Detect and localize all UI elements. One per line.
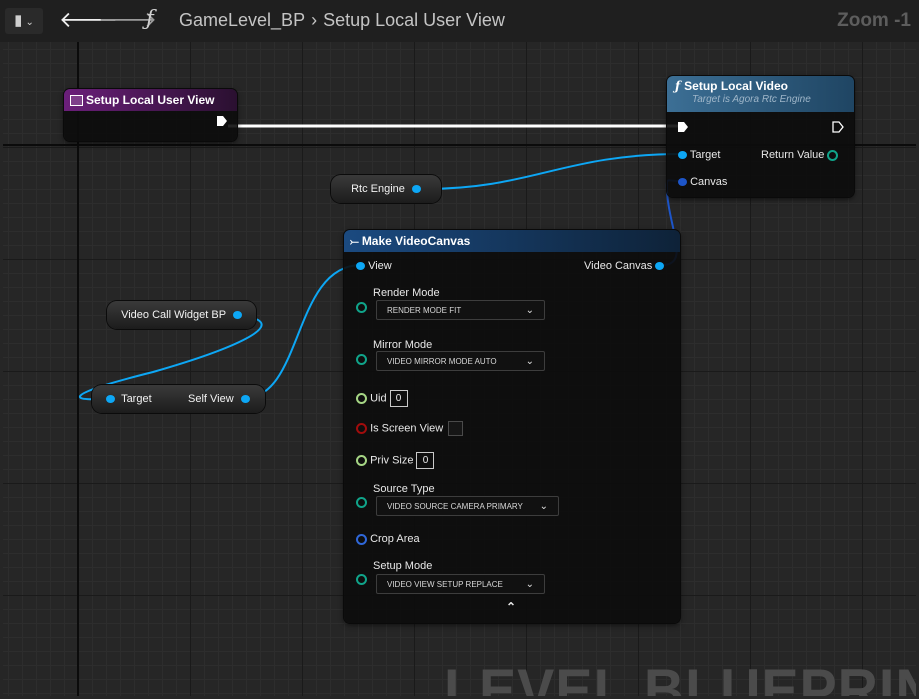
function-icon: ƒ [146,6,154,30]
event-node-header: Setup Local User View [64,89,237,111]
function-icon: ƒ [675,79,681,93]
mirror-mode-dropdown[interactable]: VIDEO MIRROR MODE AUTO ⌄ [376,351,545,371]
source-type-dropdown[interactable]: VIDEO SOURCE CAMERA PRIMARY ⌄ [376,496,559,516]
setup-mode-label: Setup Mode [373,560,433,572]
video-call-widget-out-pin[interactable] [232,311,242,320]
rtc-engine-label: Rtc Engine [351,183,405,195]
function-node-setup-local-video[interactable]: ƒ Setup Local Video Target is Agora Rtc E… [667,76,854,197]
canvas-pin-label: Canvas [690,176,728,188]
is-screen-view-pin[interactable] [356,423,367,434]
video-canvas-pin-row[interactable]: Video Canvas [584,260,665,272]
source-type-label: Source Type [373,483,435,495]
render-mode-label: Render Mode [373,287,440,299]
video-canvas-out-pin[interactable] [655,262,665,271]
breadcrumb: GameLevel_BP › Setup Local User View [179,10,505,31]
uid-pin[interactable] [356,393,367,404]
is-screen-view-checkbox[interactable] [448,421,464,436]
make-videocanvas-node[interactable]: ⤚ Make VideoCanvas View Video Canvas Rend… [344,230,680,623]
mirror-mode-label: Mirror Mode [373,339,433,351]
video-call-widget-variable-node[interactable]: Video Call Widget BP [107,301,256,329]
render-mode-pin[interactable] [356,301,367,313]
chevron-right-icon: › [311,10,318,30]
source-type-value: VIDEO SOURCE CAMERA PRIMARY [387,502,523,511]
self-view-label: Self View [188,393,234,405]
chevron-up-icon[interactable]: ⌃ [506,600,516,614]
function-node-title: Setup Local Video [684,79,788,93]
render-mode-dropdown[interactable]: RENDER MODE FIT ⌄ [376,300,545,320]
make-videocanvas-header: ⤚ Make VideoCanvas [344,230,680,252]
is-screen-view-pin-row[interactable]: Is Screen View [356,421,464,436]
uid-label: Uid [370,392,387,405]
priv-size-pin[interactable] [356,455,367,466]
priv-size-input[interactable]: 0 [416,452,435,469]
priv-size-label: Priv Size [370,454,414,467]
self-view-target-pin[interactable] [106,395,115,404]
chevron-down-icon: ⌄ [25,17,34,28]
exec-out-pin[interactable] [832,121,844,133]
return-value-pin-row[interactable]: Return Value [761,149,839,161]
self-view-target-label: Target [121,393,152,405]
crop-area-label: Crop Area [370,533,420,545]
target-pin[interactable] [678,151,687,160]
self-view-out-pin[interactable] [241,395,250,403]
chevron-down-icon: ⌄ [539,501,548,512]
self-view-getter-node[interactable]: Target Self View [92,385,265,413]
priv-size-pin-row[interactable]: Priv Size 0 [356,452,435,469]
event-node-title: Setup Local User View [86,93,215,107]
mirror-mode-pin[interactable] [356,353,367,365]
zoom-level: Zoom -1 [837,10,911,31]
return-value-pin[interactable] [827,149,839,161]
uid-pin-row[interactable]: Uid 0 [356,390,408,407]
video-call-widget-label: Video Call Widget BP [121,309,226,321]
breadcrumb-current: Setup Local User View [323,10,505,30]
source-type-pin[interactable] [356,496,367,508]
setup-mode-dropdown[interactable]: VIDEO VIEW SETUP REPLACE ⌄ [376,574,545,594]
toolbar: ▮ ⌄ 🡐 🡒 ƒ GameLevel_BP › Setup Local User V… [0,0,919,42]
event-node-setup-local-user-view[interactable]: Setup Local User View [64,89,237,141]
uid-input[interactable]: 0 [389,390,408,407]
function-node-subtitle: Target is Agora Rtc Engine [692,94,811,105]
view-pin[interactable] [356,262,365,271]
chevron-down-icon: ⌄ [525,305,534,316]
make-struct-icon: ⤚ [350,236,359,248]
exec-in-pin[interactable] [677,121,689,133]
return-value-pin-label: Return Value [761,149,825,161]
canvas-pin-row[interactable]: Canvas [678,176,727,188]
chevron-down-icon: ⌄ [525,579,534,590]
rtc-engine-target-wire [423,153,683,190]
view-pin-label: View [368,260,392,272]
exec-out-pin[interactable] [216,115,228,127]
target-pin-label: Target [689,149,721,161]
is-screen-view-label: Is Screen View [370,422,444,435]
function-node-header: ƒ Setup Local Video Target is Agora Rtc E… [667,76,854,112]
graph-canvas[interactable]: LEVEL BLUEPRINT Setup Local User View ƒS… [3,42,916,696]
rtc-engine-out-pin[interactable] [411,185,421,194]
setup-mode-value: VIDEO VIEW SETUP REPLACE [387,580,503,589]
crop-area-pin-row[interactable]: Crop Area [356,533,420,545]
bookmark-button[interactable]: ▮ ⌄ [5,8,43,34]
canvas-pin[interactable] [678,178,687,187]
event-icon [70,95,83,106]
mirror-mode-value: VIDEO MIRROR MODE AUTO [387,357,497,366]
view-pin-row[interactable]: View [356,260,392,272]
breadcrumb-parent[interactable]: GameLevel_BP [179,10,305,30]
video-canvas-pin-label: Video Canvas [584,260,653,272]
make-videocanvas-title: Make VideoCanvas [361,234,471,248]
chevron-down-icon: ⌄ [525,356,534,367]
render-mode-value: RENDER MODE FIT [387,306,462,315]
bookmark-icon: ▮ [14,12,23,29]
target-pin-row[interactable]: Target [678,149,720,161]
setup-mode-pin[interactable] [356,573,367,585]
crop-area-pin[interactable] [356,533,367,545]
rtc-engine-variable-node[interactable]: Rtc Engine [331,175,441,203]
